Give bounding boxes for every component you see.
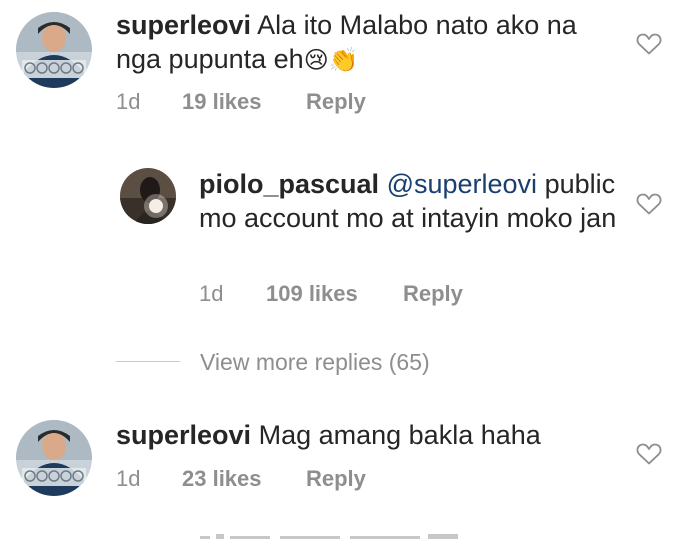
reply-button[interactable]: Reply (306, 466, 366, 492)
comment-emoji: 😢👏 (303, 46, 359, 74)
heart-outline-icon[interactable] (636, 442, 662, 466)
avatar[interactable] (16, 420, 92, 496)
reply-button[interactable]: Reply (403, 281, 463, 307)
heart-outline-icon[interactable] (636, 32, 662, 56)
comment-username[interactable]: superleovi (116, 10, 251, 40)
comment-time: 1d (199, 281, 224, 306)
heart-outline-icon[interactable] (636, 192, 662, 216)
reply-button[interactable]: Reply (306, 89, 366, 115)
comment-username[interactable]: piolo_pascual (199, 169, 379, 199)
comment-text: Mag amang bakla haha (258, 420, 541, 450)
avatar[interactable] (16, 12, 92, 88)
comment-username[interactable]: superleovi (116, 420, 251, 450)
view-more-replies-label[interactable]: View more replies (65) (200, 348, 430, 376)
next-view-more-replies-cutoff (200, 530, 480, 539)
comment-time: 1d (116, 466, 141, 491)
comment-likes[interactable]: 23 likes (182, 466, 262, 492)
comment-mention[interactable]: @superleovi (387, 169, 537, 199)
divider-line (116, 361, 180, 362)
comments-page: superleovi Ala ito Malabo nato ako na ng… (0, 0, 688, 539)
avatar[interactable] (120, 168, 176, 224)
comment-time: 1d (116, 89, 141, 114)
comment-likes[interactable]: 109 likes (266, 281, 358, 307)
comment-likes[interactable]: 19 likes (182, 89, 262, 115)
